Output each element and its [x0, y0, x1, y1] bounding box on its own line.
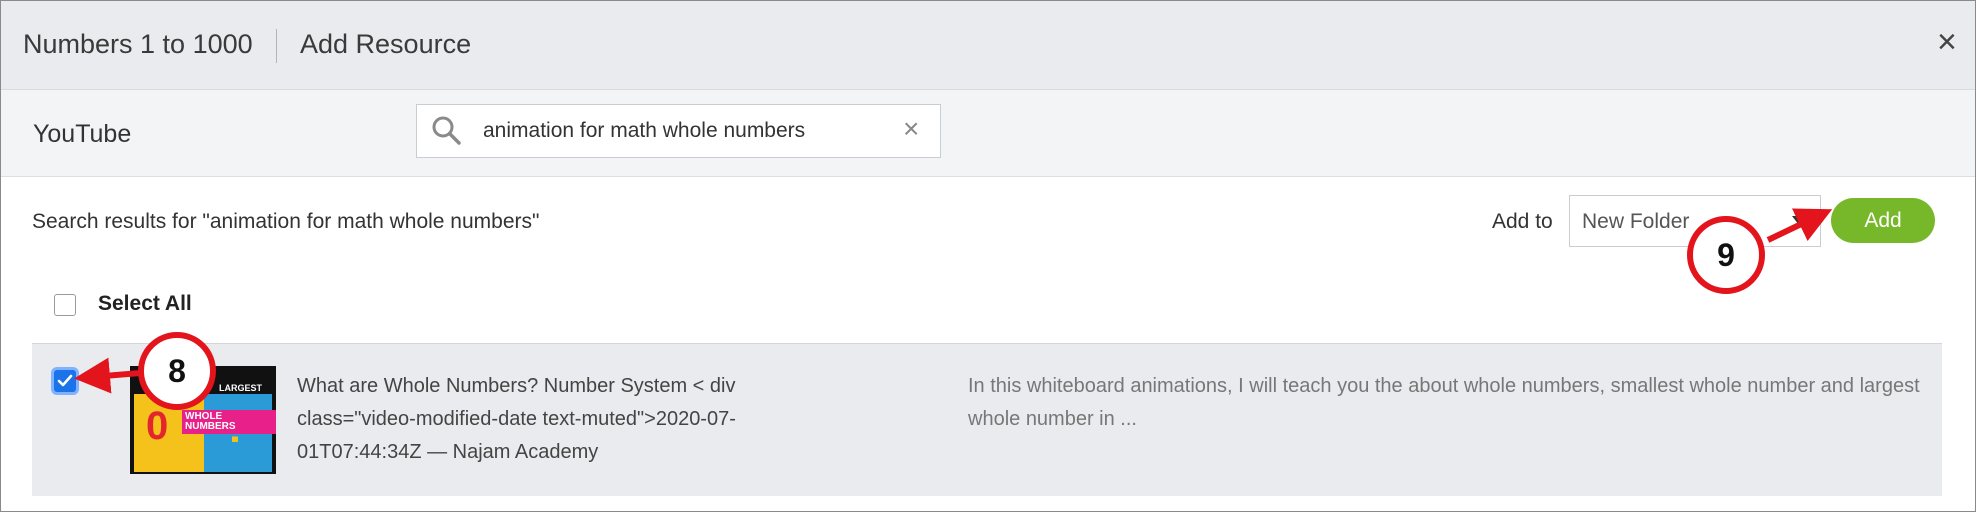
callout-8: 8	[138, 332, 216, 410]
arrow-9	[1766, 208, 1833, 243]
annotation-arrows	[74, 208, 1833, 394]
arrow-8	[74, 357, 141, 394]
callout-9: 9	[1687, 216, 1765, 294]
